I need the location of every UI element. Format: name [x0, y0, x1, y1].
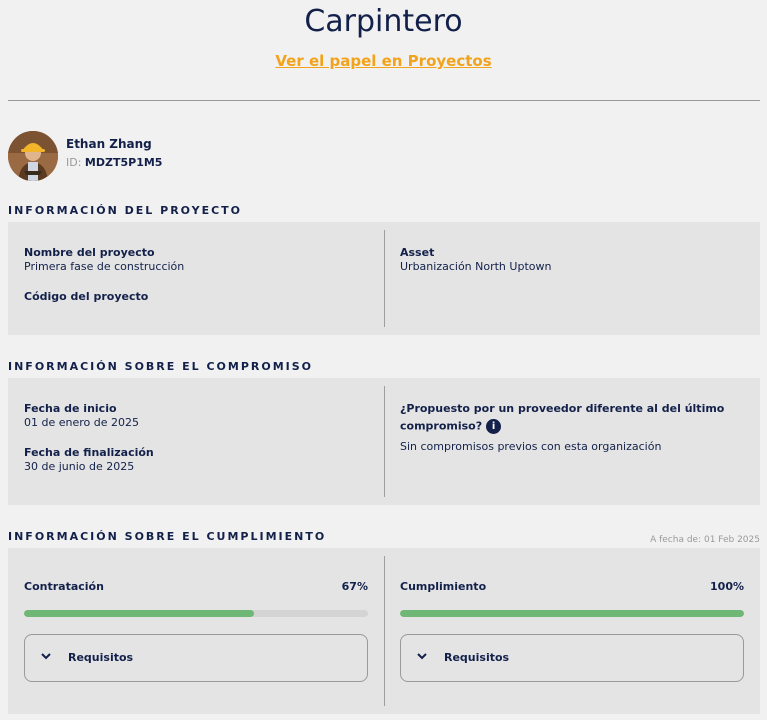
person-id-label: ID:: [66, 156, 82, 169]
hiring-percent: 67%: [341, 580, 368, 593]
start-date-value: 01 de enero de 2025: [24, 416, 139, 429]
chevron-down-icon: [417, 653, 427, 660]
start-date-label: Fecha de inicio: [24, 402, 117, 415]
compliance-requirements-label: Requisitos: [444, 651, 510, 664]
as-of-date: A fecha de: 01 Feb 2025: [650, 535, 760, 545]
project-code-label: Código del proyecto: [24, 290, 149, 303]
chevron-down-icon: [41, 653, 51, 660]
hiring-requirements-label: Requisitos: [68, 651, 134, 664]
view-role-in-projects-link[interactable]: Ver el papel en Proyectos: [0, 52, 767, 70]
project-name-label: Nombre del proyecto: [24, 246, 155, 259]
end-date-value: 30 de junio de 2025: [24, 460, 135, 473]
project-name-value: Primera fase de construcción: [24, 260, 185, 273]
compliance-progress-bar: [400, 610, 744, 617]
project-info-panel: Nombre del proyecto Primera fase de cons…: [8, 222, 760, 335]
compliance-requirements-toggle[interactable]: Requisitos: [400, 634, 744, 682]
avatar: [8, 131, 58, 181]
compliance-info-panel: Contratación 67% Requisitos Cumplimiento…: [8, 548, 760, 714]
page-title: Carpintero: [304, 4, 463, 39]
different-provider-label-line1: ¿Propuesto por un proveedor diferente al…: [400, 402, 725, 415]
engagement-info-panel: Fecha de inicio 01 de enero de 2025 Fech…: [8, 378, 760, 505]
engagement-info-heading: INFORMACIÓN SOBRE EL COMPROMISO: [8, 360, 314, 373]
different-provider-value: Sin compromisos previos con esta organiz…: [400, 440, 662, 453]
compliance-info-divider: [384, 556, 385, 706]
person-id-value: MDZT5P1M5: [84, 156, 163, 169]
compliance-info-heading: INFORMACIÓN SOBRE EL CUMPLIMIENTO: [8, 530, 327, 543]
hiring-requirements-toggle[interactable]: Requisitos: [24, 634, 368, 682]
project-info-heading: INFORMACIÓN DEL PROYECTO: [8, 204, 243, 217]
asset-value: Urbanización North Uptown: [400, 260, 552, 273]
compliance-percent: 100%: [710, 580, 744, 593]
compliance-progress-fill: [400, 610, 744, 617]
person-id: ID: MDZT5P1M5: [66, 156, 162, 169]
hiring-label: Contratación: [24, 580, 104, 593]
project-info-divider: [384, 230, 385, 327]
end-date-label: Fecha de finalización: [24, 446, 154, 459]
different-provider-label-line2: compromiso?: [400, 419, 483, 433]
asset-label: Asset: [400, 246, 435, 259]
person-name: Ethan Zhang: [66, 137, 152, 151]
hiring-progress-bar: [24, 610, 368, 617]
info-icon[interactable]: i: [486, 419, 502, 434]
header-divider: [8, 100, 760, 101]
different-provider-label-line2-row: compromiso? i: [400, 419, 502, 434]
engagement-info-divider: [384, 386, 385, 497]
compliance-label: Cumplimiento: [400, 580, 487, 593]
hiring-progress-fill: [24, 610, 255, 617]
